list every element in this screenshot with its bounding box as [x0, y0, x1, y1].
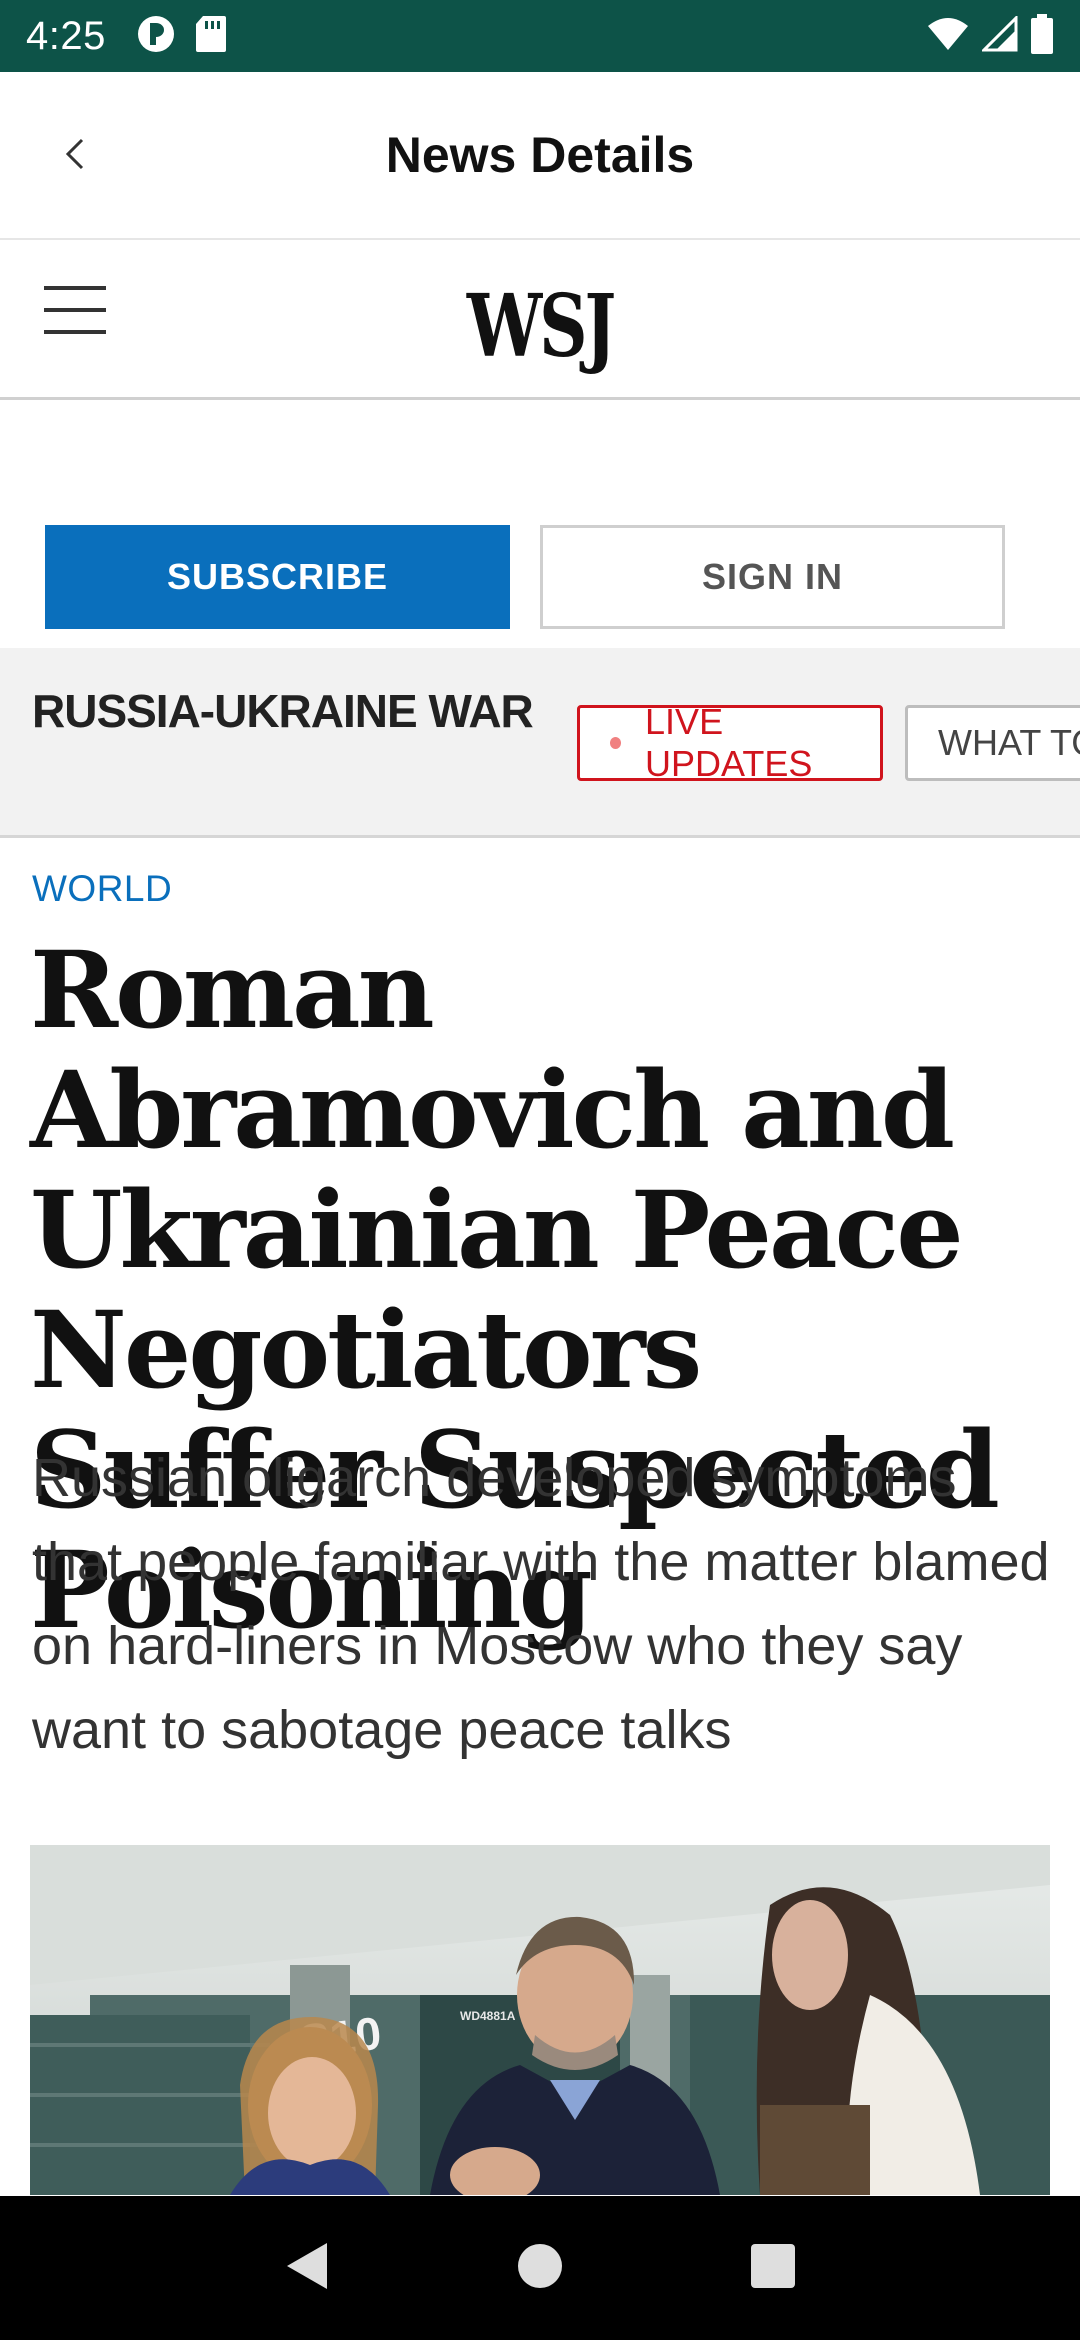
hamburger-menu-icon[interactable]	[44, 286, 116, 346]
article-photo: S10 WD4881A	[30, 1845, 1050, 2195]
status-time: 4:25	[26, 13, 106, 58]
app-bar: News Details	[0, 72, 1080, 240]
battery-icon	[1030, 13, 1054, 59]
nav-recents-button[interactable]	[749, 2242, 797, 2295]
section-label[interactable]: WORLD	[32, 868, 172, 910]
signal-icon	[980, 13, 1018, 57]
topic-label[interactable]: RUSSIA-UKRAINE WAR	[32, 684, 534, 738]
wifi-icon	[926, 16, 970, 57]
live-updates-button[interactable]: LIVE UPDATES	[577, 701, 883, 784]
nav-back-button[interactable]	[283, 2239, 331, 2298]
back-button[interactable]	[40, 120, 112, 192]
what-to-label: WHAT TO	[938, 722, 1080, 763]
site-logo[interactable]: WSJ	[119, 276, 961, 377]
square-recents-icon	[751, 2243, 796, 2288]
what-to-know-button[interactable]: WHAT TO	[905, 705, 1080, 781]
live-updates-label: LIVE UPDATES	[645, 701, 813, 784]
topic-band: RUSSIA-UKRAINE WAR LIVE UPDATES WHAT TO	[0, 648, 1080, 838]
subscribe-button[interactable]: SUBSCRIBE	[45, 525, 510, 629]
article-photo-illustration: S10 WD4881A	[30, 1845, 1050, 2195]
article-dek: Russian oligarch developed symptoms that…	[32, 1448, 1050, 1760]
triangle-back-icon	[286, 2242, 327, 2289]
circle-home-icon	[517, 2243, 562, 2288]
live-dot-icon	[610, 737, 622, 749]
sign-in-button[interactable]: SIGN IN	[540, 525, 1005, 629]
photo-sign-label: WD4881A	[460, 2009, 516, 2023]
system-nav-bar	[0, 2196, 1080, 2340]
status-right-icons	[926, 13, 1054, 59]
data-saver-icon	[136, 14, 176, 59]
sd-card-icon	[194, 14, 228, 59]
screen: 4:25 News Details WSJ SUBSCRIBE SIGN IN …	[0, 0, 1080, 2340]
status-bar: 4:25	[0, 0, 1080, 72]
site-header: WSJ	[0, 240, 1080, 400]
chevron-left-icon	[58, 136, 94, 177]
status-left-icons	[136, 14, 228, 59]
nav-home-button[interactable]	[516, 2242, 564, 2295]
page-title: News Details	[385, 127, 695, 183]
